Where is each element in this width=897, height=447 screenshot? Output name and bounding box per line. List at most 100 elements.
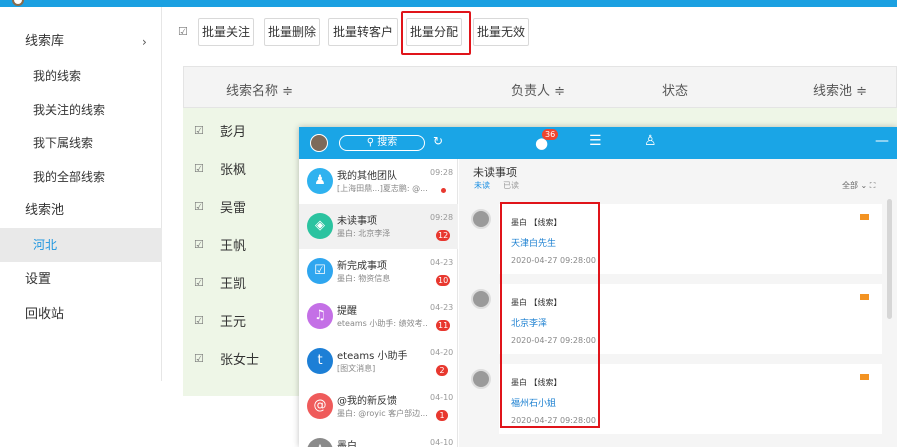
team-icon: ♟ (307, 168, 333, 194)
chat-header: ⚲ 搜索 ↻ ● 36 ☰ ♙ — (299, 127, 897, 159)
mail-icon[interactable] (860, 214, 869, 220)
sidebar: 线索库 › 我的线索 我关注的线索 我下属线索 我的全部线索 线索池 河北 设置… (0, 7, 162, 381)
clue-name[interactable]: 张枫 (220, 159, 246, 178)
row-checkbox[interactable]: ☑ (194, 125, 205, 136)
sidebar-item-label: 回收站 (25, 307, 65, 322)
conversation-title: 未读事项 (337, 216, 377, 227)
bulk-follow-button[interactable]: 批量关注 (198, 18, 254, 46)
tab-unread[interactable]: 未读 (474, 180, 490, 191)
bulk-convert-customer-button[interactable]: 批量转客户 (328, 18, 398, 46)
clue-name[interactable]: 王凯 (220, 273, 246, 292)
unread-badge: 2 (436, 365, 448, 376)
clue-name[interactable]: 吴雷 (220, 197, 246, 216)
conversation-title: @我的新反馈 (337, 396, 397, 407)
conversation-item[interactable]: t eteams 小助手 [图文消息] 04-20 2 (299, 339, 458, 384)
eteams-icon: t (307, 348, 333, 374)
table-row[interactable]: ☑ 王凯 (183, 263, 299, 301)
column-header-owner[interactable]: 负责人 ≑ (511, 80, 565, 99)
sidebar-item-label: 我的线索 (33, 69, 82, 83)
bell-icon: ♫ (307, 303, 333, 329)
sidebar-item-settings[interactable]: 设置 (0, 263, 162, 297)
conversation-item[interactable]: ◈ 未读事项 墨白: 北京李泽 09:28 12 (299, 204, 458, 249)
layers-icon: ◈ (307, 213, 333, 239)
minimize-icon[interactable]: — (875, 133, 889, 149)
column-header-clue-pool[interactable]: 线索池 ≑ (813, 80, 867, 99)
conversation-item[interactable]: ♙ 墨白 04-10 (299, 429, 458, 447)
conversation-time: 09:28 (430, 213, 454, 222)
chat-window: ⚲ 搜索 ↻ ● 36 ☰ ♙ — ♟ 我的其他团队 [上海田鼎...]夏志鹏:… (299, 127, 897, 447)
avatar (471, 289, 491, 309)
scrollbar[interactable] (887, 199, 892, 319)
unread-dot (441, 188, 446, 193)
tab-read[interactable]: 已读 (503, 180, 519, 191)
unread-badge: 11 (436, 320, 451, 331)
avatar (471, 209, 491, 229)
sidebar-item-subordinate-clues[interactable]: 我下属线索 (0, 126, 162, 160)
conversation-item[interactable]: ♫ 提醒 eteams 小助手: 绩效考... 04-23 11 (299, 294, 458, 339)
at-icon: @ (307, 393, 333, 419)
row-checkbox[interactable]: ☑ (194, 201, 205, 212)
table-row[interactable]: ☑ 张女士 (183, 339, 299, 377)
conversation-title: 提醒 (337, 306, 357, 317)
conversation-preview: 墨白: @royic 客户部边... (337, 409, 427, 418)
user-icon[interactable]: ♙ (644, 133, 657, 149)
sidebar-item-label: 线索库 (25, 34, 65, 49)
mail-icon[interactable] (860, 374, 869, 380)
conversation-time: 09:28 (430, 168, 454, 177)
search-input[interactable]: ⚲ 搜索 (339, 135, 425, 151)
sidebar-item-hebei[interactable]: 河北 (0, 228, 162, 262)
row-checkbox[interactable]: ☑ (194, 315, 205, 326)
bulk-invalidate-button[interactable]: 批量无效 (473, 18, 529, 46)
task-icon: ☑ (307, 258, 333, 284)
table-row[interactable]: ☑ 张枫 (183, 149, 299, 187)
conversation-preview: eteams 小助手: 绩效考... (337, 319, 427, 328)
row-checkbox[interactable]: ☑ (194, 163, 205, 174)
row-checkbox[interactable]: ☑ (194, 353, 205, 364)
table-row[interactable]: ☑ 王元 (183, 301, 299, 339)
sidebar-item-all-clues[interactable]: 我的全部线索 (0, 160, 162, 194)
avatar[interactable] (310, 134, 328, 152)
select-all-checkbox[interactable]: ☑ (178, 26, 189, 37)
conversation-preview: 墨白: 物资信息 (337, 274, 391, 283)
bulk-delete-button[interactable]: 批量删除 (264, 18, 320, 46)
message-count-badge: 36 (542, 129, 559, 140)
conversation-list: ♟ 我的其他团队 [上海田鼎...]夏志鹏: @... 09:28 ◈ 未读事项… (299, 159, 458, 447)
top-bar (0, 0, 897, 7)
filter-dropdown[interactable]: 全部 ⌄ ⛶ (842, 180, 875, 191)
table-row[interactable]: ☑ 王帆 (183, 225, 299, 263)
bulk-action-toolbar: ☑ 批量关注 批量删除 批量转客户 批量分配 批量无效 (162, 7, 897, 59)
conversation-preview: 墨白: 北京李泽 (337, 229, 391, 238)
sidebar-item-label: 我关注的线索 (33, 103, 106, 117)
clue-name[interactable]: 王帆 (220, 235, 246, 254)
sidebar-item-my-clues[interactable]: 我的线索 (0, 59, 162, 93)
sidebar-item-clue-pool[interactable]: 线索池 (0, 194, 162, 228)
sidebar-item-label: 设置 (25, 272, 52, 287)
conversation-item[interactable]: ♟ 我的其他团队 [上海田鼎...]夏志鹏: @... 09:28 (299, 159, 458, 204)
highlight-box (401, 11, 471, 55)
conversation-item[interactable]: ☑ 新完成事项 墨白: 物资信息 04-23 10 (299, 249, 458, 294)
table-header: 线索名称 ≑ 负责人 ≑ 状态 线索池 ≑ (183, 66, 897, 108)
conversation-title: 墨白 (337, 441, 357, 447)
table-row[interactable]: ☑ 吴雷 (183, 187, 299, 225)
column-header-status: 状态 (662, 84, 689, 99)
sidebar-item-clue-library[interactable]: 线索库 › (0, 25, 162, 59)
clue-name[interactable]: 王元 (220, 311, 246, 330)
sidebar-item-label: 线索池 (25, 203, 65, 218)
conversation-item[interactable]: @ @我的新反馈 墨白: @royic 客户部边... 04-10 1 (299, 384, 458, 429)
contacts-icon[interactable]: ☰ (589, 133, 602, 149)
row-checkbox[interactable]: ☑ (194, 277, 205, 288)
refresh-icon[interactable]: ↻ (433, 134, 443, 148)
clue-name[interactable]: 彭月 (220, 121, 246, 140)
sidebar-item-label: 我下属线索 (33, 136, 94, 150)
mail-icon[interactable] (860, 294, 869, 300)
column-header-clue-name[interactable]: 线索名称 ≑ (226, 80, 293, 99)
conversation-preview: [上海田鼎...]夏志鹏: @... (337, 184, 427, 193)
conversation-time: 04-20 (430, 348, 454, 357)
row-checkbox[interactable]: ☑ (194, 239, 205, 250)
sidebar-item-recycle-bin[interactable]: 回收站 (0, 298, 162, 332)
clue-name[interactable]: 张女士 (220, 349, 259, 368)
conversation-title: eteams 小助手 (337, 351, 408, 362)
avatar (471, 369, 491, 389)
table-row[interactable]: ☑ 彭月 (183, 111, 299, 149)
sidebar-item-followed-clues[interactable]: 我关注的线索 (0, 93, 162, 127)
